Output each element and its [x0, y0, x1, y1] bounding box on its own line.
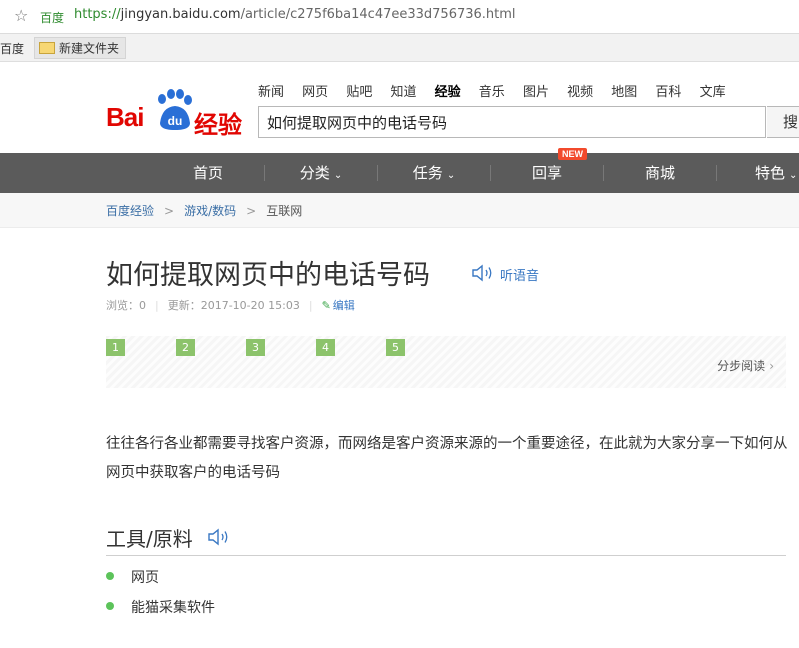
speaker-icon[interactable] [207, 527, 235, 547]
article-meta: 浏览：0 | 更新：2017-10-20 15:03 | ✎ 编辑 [106, 299, 355, 312]
star-icon[interactable]: ☆ [14, 6, 28, 25]
chevron-down-icon: ⌄ [333, 170, 343, 181]
step-read-link[interactable]: 分步阅读 › [717, 357, 774, 374]
topnav-wenku[interactable]: 文库 [700, 85, 726, 100]
chevron-right-icon: › [769, 359, 774, 373]
nav-features[interactable]: 特色 ⌄ [717, 153, 799, 193]
topnav-web[interactable]: 网页 [302, 85, 328, 100]
topnav-image[interactable]: 图片 [523, 85, 549, 100]
url-text[interactable]: https://jingyan.baidu.com/article/c275f6… [74, 7, 516, 22]
topnav-music[interactable]: 音乐 [479, 85, 505, 100]
chevron-down-icon: ⌄ [789, 170, 798, 181]
step-4[interactable]: 4 [316, 339, 335, 356]
logo-du-text: du [168, 114, 183, 128]
search-button[interactable]: 搜 [767, 106, 799, 138]
tools-divider [106, 555, 786, 556]
address-bar[interactable]: ☆ 百度 https://jingyan.baidu.com/article/c… [0, 0, 799, 34]
search-input[interactable] [259, 107, 765, 137]
listen-label[interactable]: 听语音 [500, 265, 539, 284]
baidu-jingyan-logo[interactable]: Bai du 经验 [106, 87, 246, 139]
bookmarks-bar: 百度 新建文件夹 [0, 34, 799, 62]
search-box [258, 106, 766, 138]
updated-time: 2017-10-20 15:03 [200, 299, 300, 312]
bullet-dot [106, 602, 114, 610]
site-tag: 百度 [40, 11, 65, 25]
pencil-icon: ✎ [321, 299, 331, 312]
breadcrumb-games[interactable]: 游戏/数码 [184, 204, 236, 218]
bookmark-folder[interactable]: 新建文件夹 [34, 37, 127, 59]
nav-home[interactable]: 首页 [152, 153, 264, 193]
topnav-jingyan[interactable]: 经验 [435, 85, 461, 100]
article-intro: 往往各行各业都需要寻找客户资源，而网络是客户资源来源的一个重要途径，在此就为大家… [106, 436, 788, 481]
step-5[interactable]: 5 [386, 339, 405, 356]
chevron-right-icon: > [164, 204, 175, 218]
tool-item: 网页 [131, 570, 159, 586]
tool-item: 能猫采集软件 [131, 600, 215, 616]
tools-heading: 工具/原料 [106, 527, 193, 551]
main-nav: 首页 分类 ⌄ 任务 ⌄ 回享 商城 特色 ⌄ [0, 153, 799, 193]
step-2[interactable]: 2 [176, 339, 195, 356]
views-count: 0 [139, 299, 146, 312]
topnav-tieba[interactable]: 贴吧 [346, 85, 372, 100]
top-nav: 新闻 网页 贴吧 知道 经验 音乐 图片 视频 地图 百科 文库 [258, 81, 740, 100]
breadcrumb-internet[interactable]: 互联网 [266, 204, 302, 218]
speaker-icon[interactable] [471, 263, 497, 283]
chevron-right-icon: > [246, 204, 257, 218]
breadcrumb: 百度经验 > 游戏/数码 > 互联网 [106, 202, 302, 219]
step-3[interactable]: 3 [246, 339, 265, 356]
breadcrumb-jingyan[interactable]: 百度经验 [106, 204, 154, 218]
nav-tasks[interactable]: 任务 ⌄ [378, 153, 490, 193]
topnav-baike[interactable]: 百科 [655, 85, 681, 100]
new-badge: NEW [558, 148, 587, 160]
step-1[interactable]: 1 [106, 339, 125, 356]
bullet-dot [106, 572, 114, 580]
topnav-map[interactable]: 地图 [611, 85, 637, 100]
page-title: 如何提取网页中的电话号码 [106, 260, 430, 291]
bookmark-baidu[interactable]: 百度 [0, 40, 24, 57]
steps-area: 1 2 3 4 5 分步阅读 › [106, 336, 786, 388]
topnav-zhidao[interactable]: 知道 [390, 85, 416, 100]
edit-link[interactable]: 编辑 [333, 299, 355, 312]
nav-category[interactable]: 分类 ⌄ [265, 153, 377, 193]
folder-icon [39, 41, 55, 54]
nav-mall[interactable]: 商城 [604, 153, 716, 193]
chevron-down-icon: ⌄ [446, 170, 456, 181]
topnav-news[interactable]: 新闻 [258, 85, 284, 100]
paw-icon: du [158, 89, 192, 130]
topnav-video[interactable]: 视频 [567, 85, 593, 100]
